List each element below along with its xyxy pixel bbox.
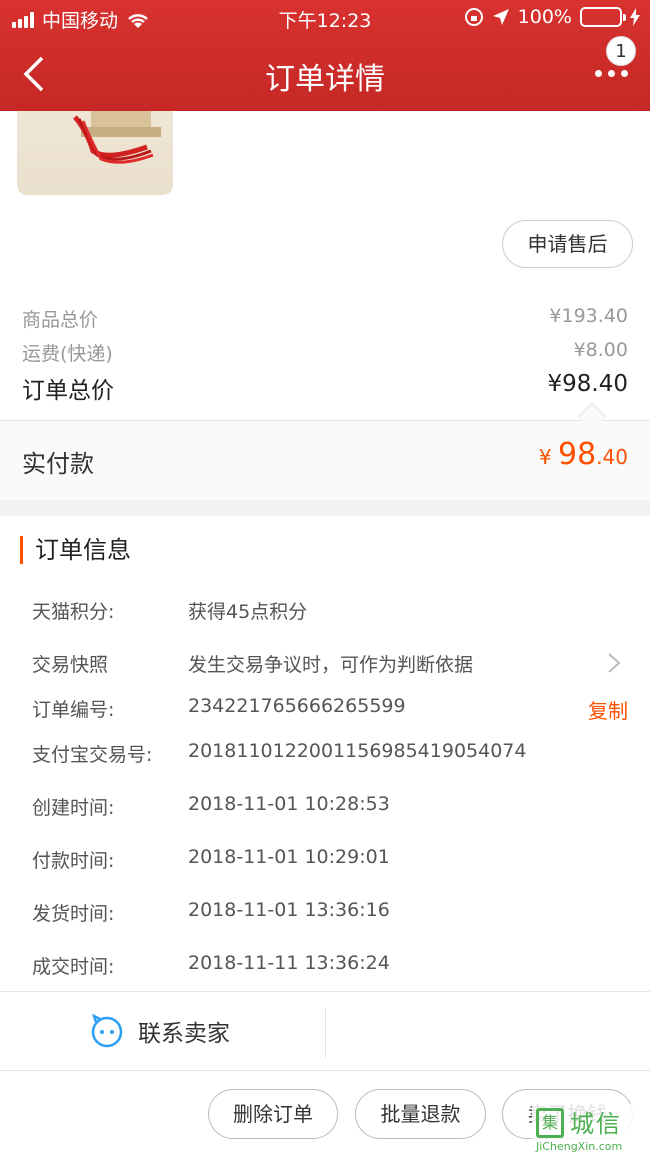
paid-label: 实付款 [22,450,94,478]
header-bar: 中国移动 下午12:23 100% 订单详情 1 [0,0,650,111]
notification-badge: 1 [606,36,636,66]
contact-divider [325,1008,326,1058]
tassel-image [73,111,161,164]
goods-total-value: ¥193.40 [549,305,628,327]
copy-button[interactable]: 复制 [588,695,628,724]
info-label-points: 天猫积分: [32,601,115,623]
order-total-label: 订单总价 [22,378,114,404]
order-total-value: ¥98.40 [547,371,628,397]
chat-face-icon [91,1014,123,1048]
watermark-box: 集 [536,1108,564,1138]
battery-icon [580,7,626,27]
charging-icon [630,8,640,26]
info-label-snapshot[interactable]: 交易快照 [32,650,108,677]
bulk-refund-button[interactable]: 批量退款 [355,1089,486,1139]
status-bar: 中国移动 下午12:23 100% [0,0,650,36]
nav-bar: 订单详情 1 [0,36,650,111]
contact-seller-button[interactable]: 联系卖家 [90,1014,230,1048]
battery-percent: 100% [517,6,572,28]
delete-order-button[interactable]: 删除订单 [208,1089,338,1139]
contact-seller-label: 联系卖家 [138,1021,230,1047]
page-title: 订单详情 [265,62,385,97]
product-image[interactable] [17,111,173,195]
paid-amount-box: 实付款 ¥ 98.40 [0,420,650,500]
shipping-value: ¥8.00 [573,339,628,361]
shipping-row: 运费(快递) ¥8.00 [22,339,628,366]
order-total-row: 订单总价 ¥98.40 [22,371,628,405]
info-value-alipay: 2018110122001156985419054074 [188,740,527,762]
watermark-text: 城信 [570,1110,622,1138]
info-value-paid: 2018-11-01 10:29:01 [188,846,390,868]
goods-total-label: 商品总价 [22,309,99,331]
watermark-logo: 集 城信 JiChengXin.com [532,1104,650,1156]
info-value-created: 2018-11-01 10:28:53 [188,793,390,815]
paid-currency: ¥ [538,445,552,469]
info-value-shipped: 2018-11-01 13:36:16 [188,899,390,921]
info-label-alipay: 支付宝交易号: [32,744,153,766]
goods-total-row: 商品总价 ¥193.40 [22,305,628,332]
info-value-completed: 2018-11-11 13:36:24 [188,952,390,974]
more-icon[interactable] [595,70,628,77]
location-icon [492,9,509,25]
paid-integer: 98 [558,437,597,472]
shipping-label: 运费(快递) [22,343,113,365]
info-label-created: 创建时间: [32,797,115,819]
chevron-right-icon[interactable] [604,652,624,674]
watermark-url: JiChengXin.com [536,1140,623,1153]
after-sale-button[interactable]: 申请售后 [502,220,633,268]
section-gap [0,500,650,516]
info-value-order-number: 234221765666265599 [188,695,406,717]
info-label-shipped: 发货时间: [32,903,115,925]
paid-amount: ¥ 98.40 [539,437,628,472]
info-label-paid: 付款时间: [32,850,115,872]
contact-bar: 联系卖家 [0,991,650,1071]
info-label-order-number: 订单编号: [32,699,115,721]
rotation-lock-icon [464,8,483,26]
info-value-points: 获得45点积分 [188,601,308,623]
info-value-snapshot[interactable]: 发生交易争议时，可作为判断依据 [188,650,473,677]
order-info-title: 订单信息 [20,536,131,564]
info-label-completed: 成交时间: [32,956,115,978]
paid-decimal: .40 [596,445,628,469]
